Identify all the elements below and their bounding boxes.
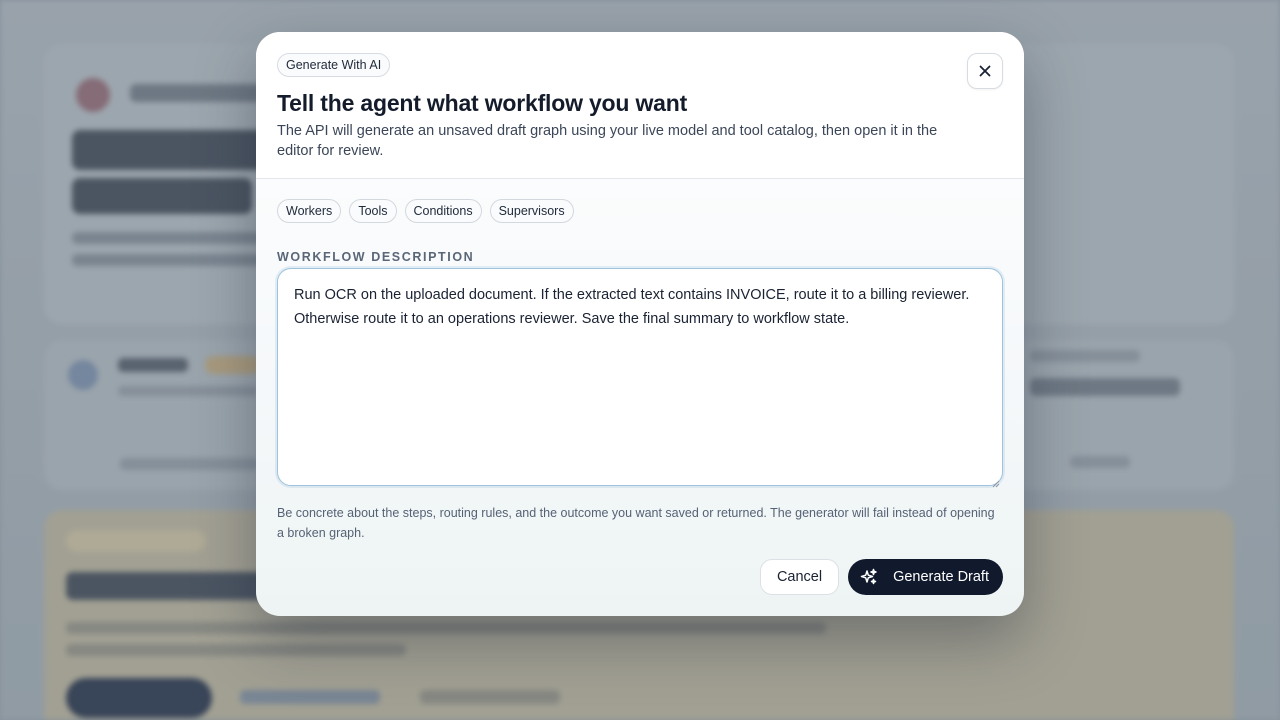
dialog-subtitle: The API will generate an unsaved draft g… xyxy=(277,123,938,159)
dialog-actions: Cancel Generate Draft xyxy=(759,559,1003,595)
generate-draft-label: Generate Draft xyxy=(893,569,989,585)
chip-tools: Tools xyxy=(349,199,397,223)
resize-handle-icon[interactable] xyxy=(992,480,1000,488)
workflow-description-label: WORKFLOW DESCRIPTION xyxy=(277,250,475,264)
chip-workers: Workers xyxy=(277,199,342,223)
dialog-header: Generate With AI Tell the agent what wor… xyxy=(256,32,1024,179)
chip-conditions: Conditions xyxy=(404,199,482,223)
dialog-title: Tell the agent what workflow you want xyxy=(277,90,688,116)
generate-draft-button[interactable]: Generate Draft xyxy=(848,559,1003,595)
field-helper-text: Be concrete about the steps, routing rul… xyxy=(277,506,995,540)
generate-workflow-dialog: Generate With AI Tell the agent what wor… xyxy=(256,32,1024,616)
close-icon xyxy=(979,65,991,77)
workflow-description-input[interactable]: Run OCR on the uploaded document. If the… xyxy=(277,268,1003,486)
dialog-body: Workers Tools Conditions Supervisors WOR… xyxy=(256,179,1024,543)
capability-chips: Workers Tools Conditions Supervisors xyxy=(277,199,1003,223)
dialog-eyebrow-badge: Generate With AI xyxy=(277,53,391,77)
cancel-button[interactable]: Cancel xyxy=(759,559,840,595)
chip-supervisors: Supervisors xyxy=(489,199,574,223)
close-button[interactable] xyxy=(967,53,1003,89)
sparkles-icon xyxy=(860,568,877,585)
